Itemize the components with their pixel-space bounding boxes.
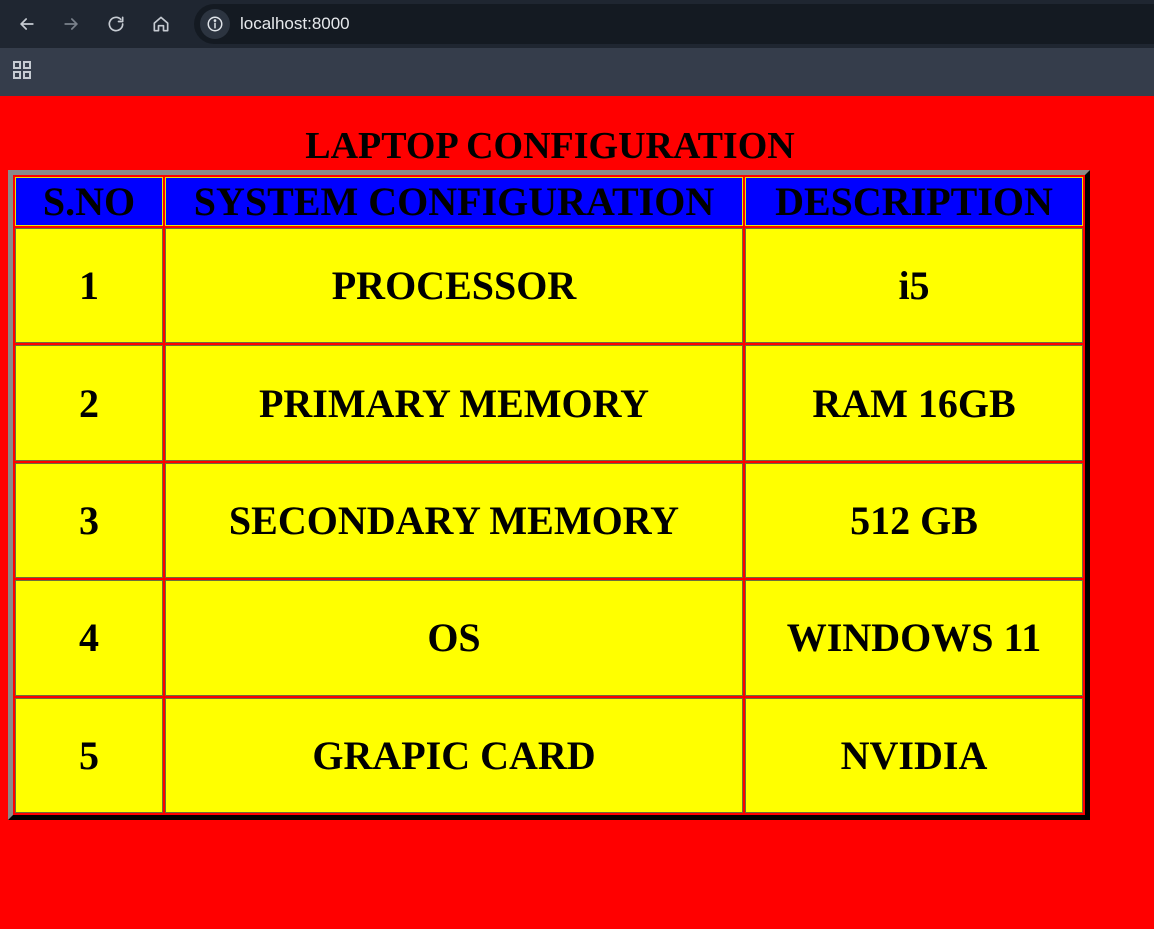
cell-system-configuration: PRIMARY MEMORY [165, 345, 743, 461]
reload-icon [108, 16, 124, 32]
table-row: 1 PROCESSOR i5 [15, 228, 1083, 344]
cell-sno: 1 [15, 228, 163, 344]
arrow-left-icon [20, 18, 34, 30]
cell-sno: 2 [15, 345, 163, 461]
table-header-row: S.NO SYSTEM CONFIGURATION DESCRIPTION [15, 177, 1083, 226]
browser-toolbar: localhost:8000 [0, 0, 1154, 48]
address-bar[interactable]: localhost:8000 [194, 4, 1154, 44]
apps-grid-icon [13, 61, 31, 79]
table-row: 3 SECONDARY MEMORY 512 GB [15, 462, 1083, 579]
arrow-right-icon [64, 18, 78, 30]
cell-description: WINDOWS 11 [745, 580, 1083, 696]
cell-description: 512 GB [745, 462, 1083, 579]
cell-system-configuration: GRAPIC CARD [165, 697, 743, 813]
page-title: LAPTOP CONFIGURATION [305, 125, 795, 167]
cell-sno: 4 [15, 580, 163, 696]
cell-system-configuration: OS [165, 580, 743, 696]
cell-description: NVIDIA [745, 697, 1083, 813]
apps-button[interactable] [12, 60, 34, 82]
header-description: DESCRIPTION [745, 177, 1083, 226]
header-system-configuration: SYSTEM CONFIGURATION [165, 177, 743, 226]
table-row: 4 OS WINDOWS 11 [15, 580, 1083, 696]
reload-button[interactable] [101, 10, 131, 38]
cell-sno: 3 [15, 462, 163, 579]
url-text[interactable]: localhost:8000 [240, 14, 350, 34]
header-sno: S.NO [15, 177, 163, 226]
info-icon [207, 16, 223, 32]
home-button[interactable] [146, 10, 176, 38]
laptop-config-table: S.NO SYSTEM CONFIGURATION DESCRIPTION 1 … [8, 170, 1090, 820]
back-button[interactable] [12, 10, 42, 38]
cell-description: RAM 16GB [745, 345, 1083, 461]
table-row: 5 GRAPIC CARD NVIDIA [15, 697, 1083, 813]
home-icon [153, 16, 169, 32]
cell-system-configuration: PROCESSOR [165, 228, 743, 344]
site-info-button[interactable] [200, 9, 230, 39]
bookmarks-bar [0, 48, 1154, 96]
page-content: LAPTOP CONFIGURATION S.NO SYSTEM CONFIGU… [0, 96, 1154, 929]
forward-button[interactable] [56, 10, 86, 38]
table-row: 2 PRIMARY MEMORY RAM 16GB [15, 345, 1083, 461]
cell-system-configuration: SECONDARY MEMORY [165, 462, 743, 579]
cell-description: i5 [745, 228, 1083, 344]
cell-sno: 5 [15, 697, 163, 813]
